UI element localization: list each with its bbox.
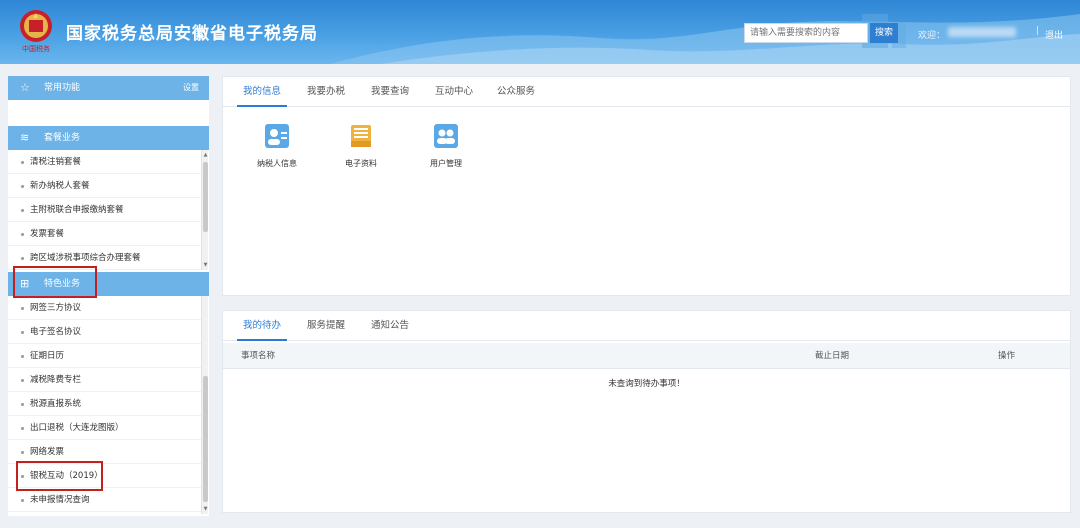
package-scrollbar[interactable]: ▲ ▼ — [201, 150, 208, 270]
scroll-down-arrow[interactable]: ▼ — [202, 506, 209, 512]
tab-my-info[interactable]: 我的信息 — [237, 77, 287, 107]
tab-interaction[interactable]: 互动中心 — [429, 77, 479, 107]
user-management-icon — [434, 124, 458, 148]
app-label: 用户管理 — [430, 159, 462, 168]
sidebar-item-tax-cut-column[interactable]: 减税降费专栏 — [8, 368, 201, 392]
sidebar-header-common[interactable]: ☆ 常用功能 设置 — [8, 76, 209, 100]
sidebar-item-new-taxpayer-package[interactable]: 新办纳税人套餐 — [8, 174, 201, 198]
sidebar-item-undeclared-query[interactable]: 未申报情况查询 — [8, 488, 201, 512]
my-info-panel: 我的信息 我要办税 我要查询 互动中心 公众服务 纳税人信息 电子资料 用户管理 — [222, 76, 1071, 296]
taxpayer-info-icon — [265, 124, 289, 148]
todo-panel: 我的待办 服务提醒 通知公告 事项名称 截止日期 操作 未查询到待办事项！ — [222, 310, 1071, 513]
sidebar-header-package[interactable]: ≋ 套餐业务 — [8, 126, 209, 150]
app-label: 纳税人信息 — [257, 159, 297, 168]
tab-notice[interactable]: 通知公告 — [365, 311, 415, 341]
highlight-box-special — [13, 266, 97, 298]
app-taxpayer-info[interactable]: 纳税人信息 — [242, 123, 312, 169]
tab-public-service[interactable]: 公众服务 — [491, 77, 541, 107]
empty-state-text: 未查询到待办事项！ — [608, 379, 685, 389]
tax-emblem-logo[interactable]: 中国税务 — [16, 8, 56, 54]
sidebar-item-tax-source-report[interactable]: 税源直报系统 — [8, 392, 201, 416]
sidebar-item-joint-declaration-package[interactable]: 主附税联合申报缴纳套餐 — [8, 198, 201, 222]
table-header: 事项名称 截止日期 操作 — [223, 343, 1070, 369]
settings-link[interactable]: 设置 — [183, 76, 199, 100]
sidebar: ☆ 常用功能 设置 ≋ 套餐业务 清税注销套餐 新办纳税人套餐 主附税联合申报缴… — [8, 76, 209, 516]
sidebar-item-tripartite-agreement[interactable]: 网签三方协议 — [8, 296, 201, 320]
welcome-text: 欢迎： — [918, 31, 946, 41]
sidebar-item-clear-tax-package[interactable]: 清税注销套餐 — [8, 150, 201, 174]
column-header-item-name: 事项名称 — [241, 351, 276, 361]
tab-my-todo[interactable]: 我的待办 — [237, 311, 287, 341]
logo-text: 中国税务 — [22, 44, 50, 53]
sidebar-item-export-rebate[interactable]: 出口退税（大连龙图版） — [8, 416, 201, 440]
scroll-up-arrow[interactable]: ▲ — [202, 152, 209, 158]
column-header-action: 操作 — [998, 351, 1016, 361]
scroll-thumb[interactable] — [203, 162, 208, 232]
username-redacted — [948, 27, 1016, 37]
header-separator: | — [1036, 26, 1040, 36]
stack-icon: ≋ — [20, 131, 30, 144]
star-icon: ☆ — [20, 81, 30, 94]
electronic-docs-icon — [351, 125, 371, 147]
tab-query[interactable]: 我要查询 — [365, 77, 415, 107]
bottom-tabs: 我的待办 服务提醒 通知公告 — [223, 311, 1070, 341]
special-scrollbar[interactable]: ▼ — [201, 296, 208, 514]
tab-service-reminder[interactable]: 服务提醒 — [301, 311, 351, 341]
column-header-deadline: 截止日期 — [815, 351, 850, 361]
sidebar-header-label: 常用功能 — [44, 83, 81, 93]
app-label: 电子资料 — [345, 159, 377, 168]
sidebar-header-label: 套餐业务 — [44, 133, 81, 143]
sidebar-item-e-signature[interactable]: 电子签名协议 — [8, 320, 201, 344]
sidebar-item-invoice-package[interactable]: 发票套餐 — [8, 222, 201, 246]
app-user-management[interactable]: 用户管理 — [411, 123, 481, 169]
search-button[interactable]: 搜索 — [870, 23, 898, 43]
app-electronic-docs[interactable]: 电子资料 — [326, 123, 396, 169]
logout-link[interactable]: 退出 — [1045, 28, 1063, 41]
scroll-thumb[interactable] — [203, 376, 208, 502]
site-title[interactable]: 国家税务总局安徽省电子税务局 — [66, 19, 318, 44]
search-input[interactable] — [744, 23, 868, 43]
sidebar-item-tax-calendar[interactable]: 征期日历 — [8, 344, 201, 368]
site-header: 中国税务 国家税务总局安徽省电子税务局 搜索 欢迎： | 退出 — [0, 0, 1080, 64]
highlight-box-bank-tax — [16, 461, 103, 491]
tab-handle-tax[interactable]: 我要办税 — [301, 77, 351, 107]
top-tabs: 我的信息 我要办税 我要查询 互动中心 公众服务 — [223, 77, 1070, 107]
scroll-down-arrow[interactable]: ▼ — [202, 262, 209, 268]
